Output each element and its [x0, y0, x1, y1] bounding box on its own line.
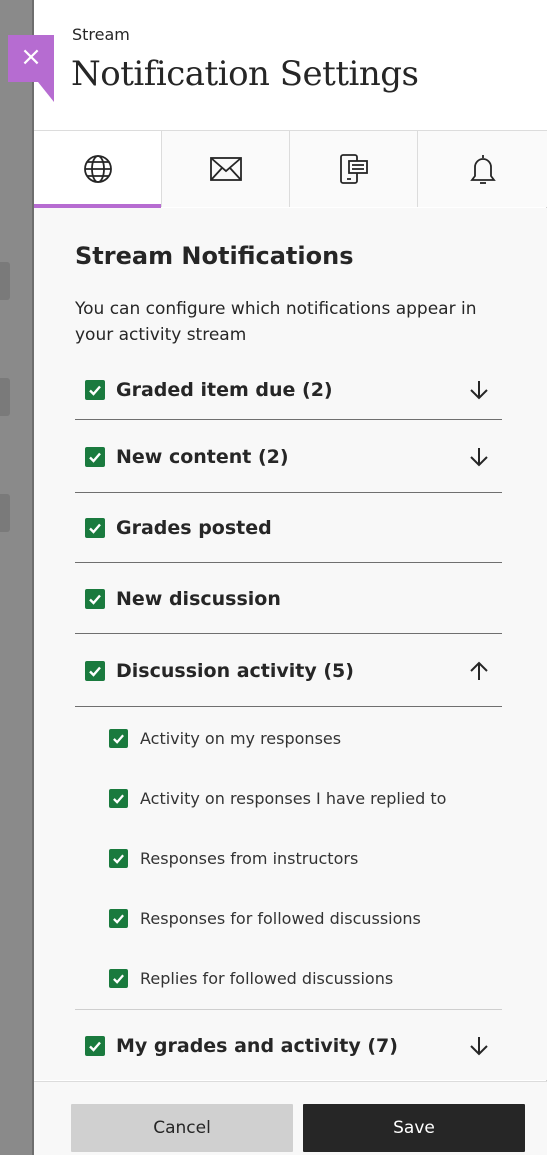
tab-stream[interactable]: [34, 131, 162, 208]
globe-icon: [83, 155, 112, 183]
sub-notification-row[interactable]: Responses from instructors: [109, 828, 502, 888]
notification-row[interactable]: Grades posted: [75, 494, 502, 563]
arrow-up-icon[interactable]: [466, 658, 492, 684]
panel-header: Stream Notification Settings: [34, 0, 547, 130]
envelope-icon: [209, 157, 242, 181]
notification-settings-panel: Stream Notification Settings Stream Noti…: [34, 0, 547, 1155]
page-title: Notification Settings: [71, 54, 419, 94]
notification-label: Graded item due (2): [116, 378, 333, 401]
checkbox-checked[interactable]: [85, 379, 105, 400]
checkbox-checked[interactable]: [109, 908, 128, 928]
channel-tabs: [34, 130, 547, 208]
close-icon: ×: [20, 42, 42, 72]
checkbox-checked[interactable]: [85, 446, 105, 467]
notification-label: New content (2): [116, 445, 289, 468]
close-panel-button[interactable]: ×: [8, 35, 54, 102]
notification-row[interactable]: New content (2): [75, 421, 502, 493]
arrow-down-icon[interactable]: [466, 1033, 492, 1059]
section-title: Stream Notifications: [75, 242, 354, 270]
background-page-strip: [0, 0, 34, 1155]
tab-email[interactable]: [162, 131, 290, 207]
cancel-button[interactable]: Cancel: [71, 1104, 293, 1152]
notification-label: Grades posted: [116, 517, 272, 539]
background-handle: [0, 262, 10, 300]
bell-icon: [469, 155, 496, 184]
checkbox-checked[interactable]: [85, 660, 105, 681]
checkbox-checked[interactable]: [109, 788, 128, 808]
panel-footer: Cancel Save: [34, 1081, 547, 1155]
panel-kicker: Stream: [72, 25, 130, 44]
sub-notification-label: Activity on my responses: [140, 728, 342, 748]
sub-notification-label: Responses from instructors: [140, 848, 359, 868]
sub-notification-row[interactable]: Activity on my responses: [109, 708, 502, 768]
notification-row[interactable]: My grades and activity (7): [75, 1010, 502, 1080]
mobile-push-icon: [339, 154, 368, 184]
save-button[interactable]: Save: [303, 1104, 525, 1152]
background-handle: [0, 494, 10, 532]
background-handle: [0, 378, 10, 416]
notification-row-expanded[interactable]: Discussion activity (5): [75, 635, 502, 707]
checkbox-checked[interactable]: [85, 518, 105, 538]
section-description: You can configure which notifications ap…: [75, 299, 477, 345]
notification-row[interactable]: Graded item due (2): [75, 360, 502, 420]
settings-content: Stream Notifications You can configure w…: [34, 208, 547, 1080]
checkbox-checked[interactable]: [109, 968, 128, 988]
sub-notification-label: Replies for followed discussions: [140, 968, 394, 988]
arrow-down-icon[interactable]: [466, 444, 492, 470]
notification-label: My grades and activity (7): [116, 1034, 398, 1057]
checkbox-checked[interactable]: [109, 728, 128, 748]
notification-label: Discussion activity (5): [116, 659, 354, 682]
sub-notification-label: Activity on responses I have replied to: [140, 788, 447, 808]
tab-bell[interactable]: [418, 131, 547, 207]
arrow-down-icon[interactable]: [466, 377, 492, 403]
notification-label: New discussion: [116, 587, 281, 610]
sub-notification-row[interactable]: Responses for followed discussions: [109, 888, 502, 948]
sub-notification-row[interactable]: Activity on responses I have replied to: [109, 768, 502, 828]
checkbox-checked[interactable]: [85, 588, 105, 609]
notification-row[interactable]: New discussion: [75, 564, 502, 634]
sub-notification-label: Responses for followed discussions: [140, 908, 421, 928]
checkbox-checked[interactable]: [109, 848, 128, 868]
sub-notification-row[interactable]: Replies for followed discussions: [109, 948, 502, 1008]
checkbox-checked[interactable]: [85, 1035, 105, 1056]
tab-push[interactable]: [290, 131, 418, 207]
